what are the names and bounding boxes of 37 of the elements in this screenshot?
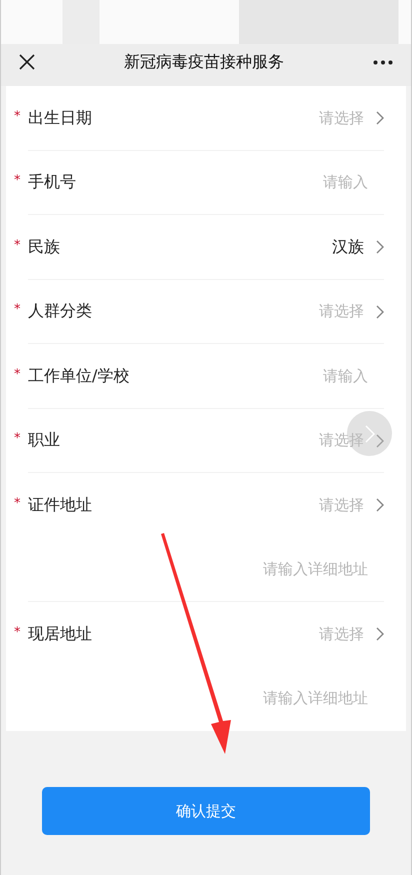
required-mark: * xyxy=(14,238,22,253)
field-label: 出生日期 xyxy=(28,108,93,129)
select-field[interactable]: 请选择 xyxy=(319,108,364,128)
field-label: 现居地址 xyxy=(28,624,93,645)
required-mark: * xyxy=(14,431,22,446)
required-mark: * xyxy=(14,173,22,188)
chevron-right-icon xyxy=(364,424,374,442)
required-mark: * xyxy=(14,302,22,318)
input-field[interactable]: 请输入 xyxy=(323,173,368,192)
required-mark: * xyxy=(14,108,22,124)
address-input-field[interactable]: 请输入详细地址 xyxy=(263,560,368,580)
close-icon[interactable] xyxy=(19,54,35,70)
chevron-right-icon xyxy=(376,304,384,319)
select-field[interactable]: 汉族 xyxy=(332,236,364,258)
input-field[interactable]: 请输入 xyxy=(323,366,368,386)
field-label: 人群分类 xyxy=(28,301,93,322)
required-mark: * xyxy=(14,496,22,511)
required-mark: * xyxy=(14,624,22,640)
chevron-right-icon xyxy=(376,111,384,126)
select-field[interactable]: 请选择 xyxy=(319,624,364,644)
select-field[interactable]: 请选择 xyxy=(319,302,364,322)
required-mark: * xyxy=(14,366,22,382)
field-label: 工作单位/学校 xyxy=(28,366,130,387)
select-field[interactable]: 请选择 xyxy=(319,496,364,515)
submit-button[interactable]: 确认提交 xyxy=(42,787,370,835)
field-label: 证件地址 xyxy=(28,494,93,516)
field-label: 手机号 xyxy=(28,172,77,194)
chevron-right-icon xyxy=(376,434,384,448)
more-icon[interactable] xyxy=(373,60,393,64)
field-label: 民族 xyxy=(28,236,61,258)
page-title: 新冠病毒疫苗接种服务 xyxy=(123,52,285,72)
select-field[interactable]: 请选择 xyxy=(319,431,364,450)
address-input-field[interactable]: 请输入详细地址 xyxy=(263,689,368,708)
field-label: 职业 xyxy=(28,430,61,452)
chevron-right-icon xyxy=(376,498,384,512)
chevron-right-icon xyxy=(376,627,384,642)
chevron-right-icon xyxy=(376,240,384,254)
